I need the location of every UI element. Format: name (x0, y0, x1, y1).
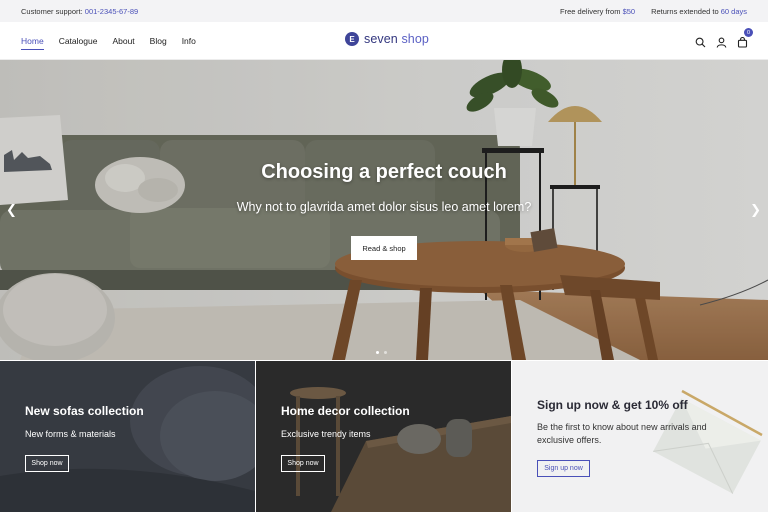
search-icon[interactable] (695, 35, 706, 48)
cart-icon[interactable]: 0 (737, 28, 753, 48)
delivery-note: Free delivery from $50 (560, 7, 635, 16)
delivery-label: Free delivery from (560, 7, 621, 16)
customer-support: Customer support: 001-2345-67-89 (21, 7, 138, 16)
nav-blog[interactable]: Blog (150, 36, 167, 50)
nav-about[interactable]: About (112, 36, 134, 50)
slider-dot-1[interactable] (376, 351, 379, 354)
sign-up-now-button[interactable]: Sign up now (537, 460, 590, 477)
returns-label: Returns extended to (651, 7, 719, 16)
panel-subtitle: New forms & materials (25, 429, 116, 439)
promo-panel-sofas: New sofas collection New forms & materia… (0, 361, 255, 512)
shop-now-button[interactable]: Shop now (25, 455, 69, 472)
support-phone-link[interactable]: 001-2345-67-89 (85, 7, 138, 16)
panel-title: Sign up now & get 10% off (537, 398, 688, 412)
panel-subtitle: Be the first to know about new arrivals … (537, 422, 707, 445)
hero-slider: Choosing a perfect couch Why not to glav… (0, 60, 768, 360)
nav-home[interactable]: Home (21, 36, 44, 50)
cart-count-badge: 0 (744, 28, 753, 37)
logo-mark-icon: E (345, 32, 359, 46)
read-and-shop-button[interactable]: Read & shop (351, 236, 417, 260)
user-icon[interactable] (716, 35, 727, 48)
site-logo[interactable]: E seven shop (345, 32, 429, 46)
main-nav: Home Catalogue About Blog Info (21, 36, 196, 50)
hero-title: Choosing a perfect couch (261, 161, 507, 183)
delivery-value-link[interactable]: $50 (623, 7, 636, 16)
panel-title: New sofas collection (25, 404, 144, 418)
site-header: Home Catalogue About Blog Info E seven s… (0, 22, 768, 60)
header-icons: 0 (695, 28, 753, 48)
returns-note: Returns extended to 60 days (651, 7, 747, 16)
chevron-left-icon[interactable]: ❮ (6, 203, 17, 216)
panel-title: Home decor collection (281, 404, 410, 418)
promo-notes: Free delivery from $50 Returns extended … (560, 7, 747, 16)
nav-catalogue[interactable]: Catalogue (59, 36, 98, 50)
shop-now-button[interactable]: Shop now (281, 455, 325, 472)
promo-panel-signup: Sign up now & get 10% off Be the first t… (512, 361, 768, 512)
panel-subtitle: Exclusive trendy items (281, 429, 371, 439)
slider-dot-2[interactable] (384, 351, 387, 354)
promo-panel-home-decor: Home decor collection Exclusive trendy i… (256, 361, 511, 512)
hero-subtitle: Why not to glavrida amet dolor sisus leo… (236, 200, 532, 214)
nav-info[interactable]: Info (182, 36, 196, 50)
logo-text-1: seven (364, 32, 398, 46)
returns-value-link[interactable]: 60 days (721, 7, 747, 16)
logo-text: seven shop (364, 32, 429, 46)
logo-text-2: shop (401, 32, 429, 46)
support-label: Customer support: (21, 7, 83, 16)
top-info-bar: Customer support: 001-2345-67-89 Free de… (0, 0, 768, 22)
slider-dots (376, 351, 387, 354)
chevron-right-icon[interactable]: ❯ (750, 203, 761, 216)
